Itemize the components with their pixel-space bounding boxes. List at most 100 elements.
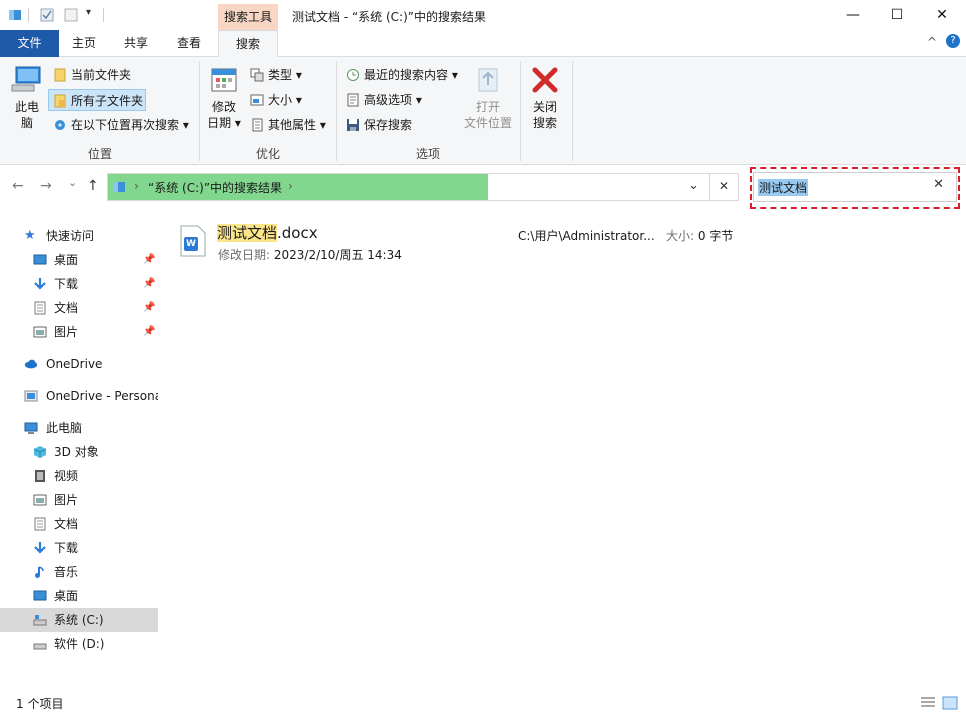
forward-button[interactable]: → [40,178,52,194]
save-search-label: 保存搜索 [364,118,413,132]
nav-drive-c[interactable]: 系统 (C:) [0,608,158,632]
save-icon [347,119,359,131]
star-icon: ★ [24,228,36,243]
result-modified: 修改日期: 2023/2/10/周五 14:34 [218,248,402,262]
nav-qa-downloads[interactable]: 下载 📌 [0,272,158,296]
group-separator [199,61,200,161]
clear-search-button[interactable]: ✕ [933,177,944,192]
music-icon [35,566,44,578]
computer-icon [11,66,41,92]
search-results-pane: W 测试文档.docx 修改日期: 2023/2/10/周五 14:34 C:\… [160,215,966,663]
result-path: C:\用户\Administrator... [518,229,655,243]
location-group-label: 位置 [87,147,112,161]
close-button[interactable]: ✕ [919,0,965,30]
nav-quick-access[interactable]: ★ 快速访问 [0,224,158,248]
nav-3d-objects[interactable]: 3D 对象 [0,440,158,464]
open-file-location-button[interactable]: 打开 文件位置 [460,65,516,131]
nav-label: 文档 [54,517,79,531]
stop-search-button[interactable]: ✕ [719,179,729,193]
result-item[interactable]: W 测试文档.docx 修改日期: 2023/2/10/周五 14:34 C:\… [175,219,775,265]
size-value: 0 字节 [697,229,734,243]
address-dropdown-button[interactable]: ⌄ [688,178,699,193]
properties-icon[interactable] [40,8,54,22]
save-search-button[interactable]: 保存搜索 [342,114,412,136]
help-icon[interactable]: ? [946,34,960,48]
tab-view[interactable]: 查看 [163,30,215,57]
nav-qa-pictures[interactable]: 图片 📌 [0,320,158,344]
date-modified-label-1: 修改 [211,100,236,114]
divider [28,8,29,22]
new-folder-icon[interactable] [64,8,78,22]
tab-search[interactable]: 搜索 [218,30,278,58]
advanced-options-label: 高级选项 [364,93,413,107]
nav-drive-d[interactable]: 软件 (D:) [0,632,158,656]
customize-quick-access-icon[interactable]: ▾ [86,7,91,18]
collapse-ribbon-icon[interactable]: ^ [927,35,937,49]
group-separator [520,61,521,161]
current-folder-button[interactable]: 当前文件夹 [49,64,131,86]
nav-label: 音乐 [54,565,79,579]
desktop-icon [33,590,47,601]
dropdown-icon: ▾ [182,118,189,132]
dropdown-icon: ▾ [295,68,302,82]
recent-searches-label: 最近的搜索内容 [364,68,449,82]
search-box[interactable]: 测试文档 ✕ [753,172,957,202]
close-search-label-2: 搜索 [532,116,557,130]
search-again-in-button[interactable]: 在以下位置再次搜索 ▾ [49,114,189,136]
nav-pictures[interactable]: 图片 [0,488,158,512]
kind-label: 类型 [268,68,293,82]
address-box[interactable]: › “系统 (C:)”中的搜索结果 › ⌄ ✕ [107,173,739,201]
nav-label: 下载 [54,277,79,291]
close-search-button[interactable]: 关闭 搜索 [525,65,565,131]
nav-label: OneDrive - Personal [46,389,158,403]
date-modified-button[interactable]: 修改 日期 ▾ [204,65,244,131]
download-icon [34,278,46,290]
nav-qa-documents[interactable]: 文档 📌 [0,296,158,320]
nav-this-pc[interactable]: 此电脑 [0,416,158,440]
modified-value: 2023/2/10/周五 14:34 [273,248,402,262]
up-button[interactable]: ↑ [87,178,99,194]
all-subfolders-button[interactable]: 所有子文件夹 [48,89,146,111]
download-icon [34,542,46,554]
other-properties-button[interactable]: 其他属性 ▾ [246,114,326,136]
cloud-icon [24,359,38,369]
recent-searches-button[interactable]: 最近的搜索内容 ▾ [342,64,458,86]
maximize-button[interactable]: ☐ [874,0,920,30]
recent-locations-button[interactable]: ⌄ [68,176,77,189]
search-again-label: 在以下位置再次搜索 [71,118,180,132]
tab-file[interactable]: 文件 [0,30,59,57]
search-tools-context-label: 搜索工具 [218,4,278,30]
this-pc-button[interactable]: 此电 脑 [8,65,46,131]
nav-onedrive-personal[interactable]: OneDrive - Personal [0,384,158,408]
nav-documents[interactable]: 文档 [0,512,158,536]
path-separator-icon[interactable]: › [288,179,293,193]
document-icon [34,301,46,315]
close-search-label-1: 关闭 [532,100,557,114]
nav-videos[interactable]: 视频 [0,464,158,488]
nav-downloads[interactable]: 下载 [0,536,158,560]
size-button[interactable]: 大小 ▾ [246,89,302,111]
navigation-pane: ★ 快速访问 桌面 📌 下载 📌 文档 📌 图片 📌 OneDrive OneD… [0,215,158,663]
details-view-icon[interactable] [920,696,936,710]
tab-home[interactable]: 主页 [59,30,109,57]
back-button[interactable]: ← [12,178,24,194]
open-location-icon [478,68,498,92]
nav-label: 下载 [54,541,79,555]
all-subfolders-label: 所有子文件夹 [71,94,144,108]
nav-qa-desktop[interactable]: 桌面 📌 [0,248,158,272]
nav-desktop[interactable]: 桌面 [0,584,158,608]
calendar-icon [211,68,237,92]
search-input[interactable]: 测试文档 [758,179,809,196]
large-icons-view-icon[interactable] [942,696,958,710]
nav-onedrive[interactable]: OneDrive [0,352,158,376]
minimize-button[interactable]: — [830,0,876,30]
dropdown-icon: ▾ [451,68,458,82]
pin-icon: 📌 [143,302,156,313]
options-group-label: 选项 [415,147,440,161]
advanced-options-button[interactable]: 高级选项 ▾ [342,89,422,111]
this-pc-label-1: 此电 [14,100,39,114]
kind-button[interactable]: 类型 ▾ [246,64,302,86]
nav-music[interactable]: 音乐 [0,560,158,584]
open-location-label-1: 打开 [475,100,500,114]
tab-share[interactable]: 共享 [110,30,162,57]
